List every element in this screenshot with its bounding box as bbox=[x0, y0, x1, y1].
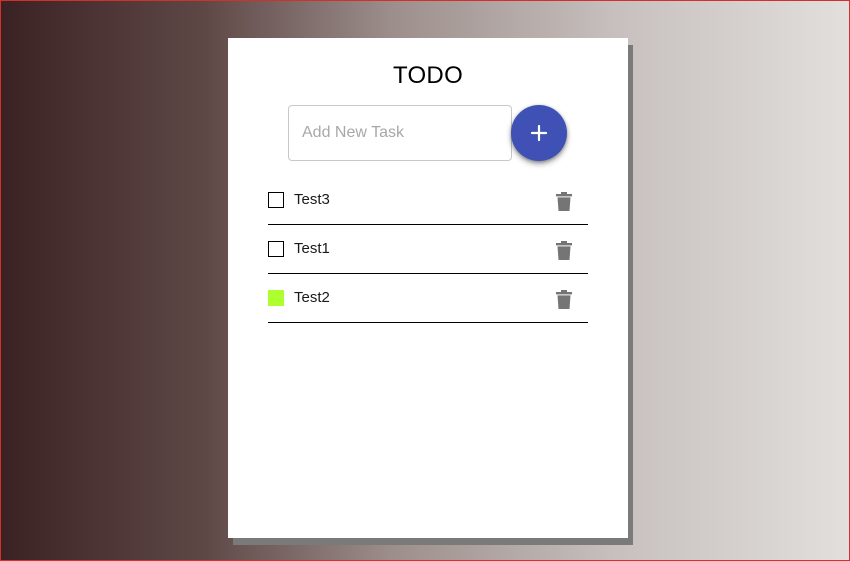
task-label: Test3 bbox=[294, 191, 330, 208]
task-label: Test2 bbox=[294, 289, 330, 306]
task-item: Test3 bbox=[268, 176, 588, 225]
task-item: Test1 bbox=[268, 225, 588, 274]
delete-task-button[interactable] bbox=[554, 190, 574, 212]
app-background: TODO Test3 Test1 bbox=[0, 0, 850, 561]
plus-icon bbox=[530, 124, 548, 142]
delete-task-button[interactable] bbox=[554, 288, 574, 310]
trash-icon bbox=[556, 191, 572, 211]
task-checkbox[interactable] bbox=[268, 241, 284, 257]
task-list: Test3 Test1 Test2 bbox=[268, 176, 588, 323]
task-item: Test2 bbox=[268, 274, 588, 323]
page-title: TODO bbox=[392, 62, 464, 89]
add-task-button[interactable] bbox=[511, 105, 567, 161]
todo-card: TODO Test3 Test1 bbox=[228, 38, 628, 538]
trash-icon bbox=[556, 240, 572, 260]
delete-task-button[interactable] bbox=[554, 239, 574, 261]
add-task-input[interactable] bbox=[288, 105, 512, 161]
trash-icon bbox=[556, 289, 572, 309]
task-checkbox[interactable] bbox=[268, 290, 284, 306]
task-label: Test1 bbox=[294, 240, 330, 257]
task-checkbox[interactable] bbox=[268, 192, 284, 208]
